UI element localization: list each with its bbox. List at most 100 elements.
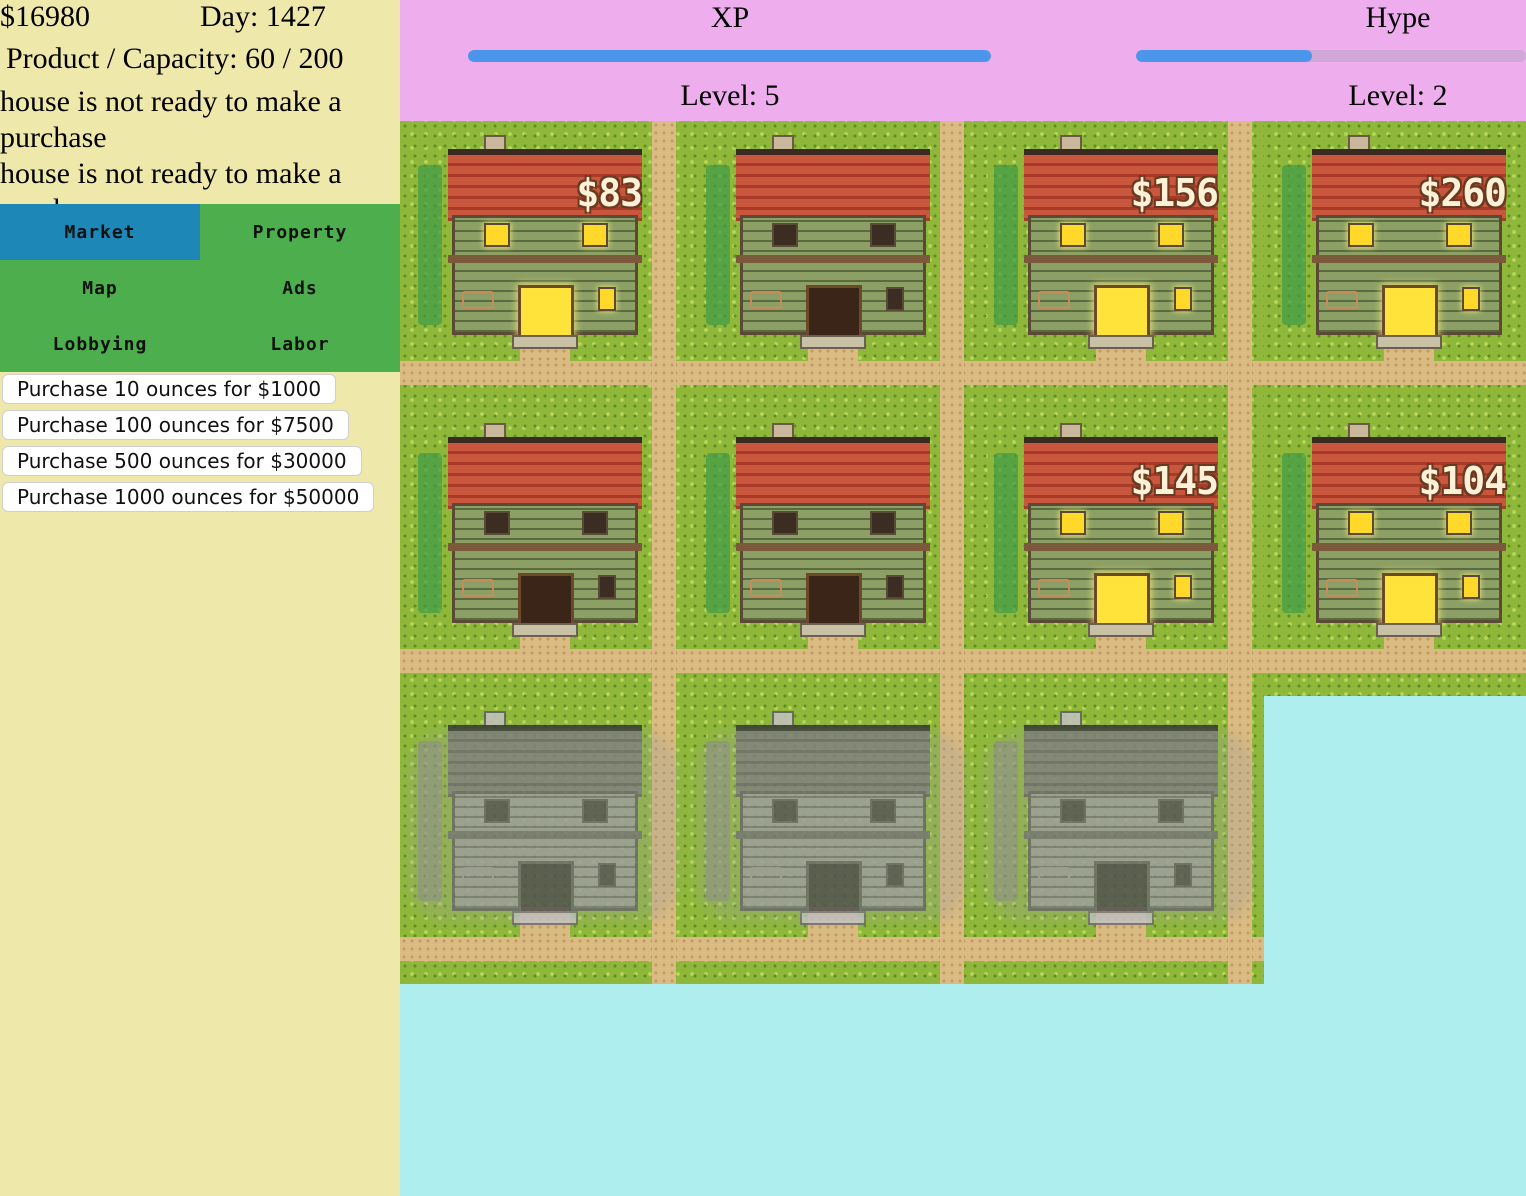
window [484, 511, 510, 535]
road-horizontal [400, 649, 1264, 673]
purchase-10-button[interactable]: Purchase 10 ounces for $1000 [2, 374, 337, 404]
inn-sign-icon [1326, 291, 1358, 309]
smoke-overlay [984, 731, 1254, 921]
window [582, 223, 608, 247]
house-door [518, 573, 574, 629]
house-price: $145 [1130, 459, 1219, 503]
house-tile[interactable]: $104 [1282, 423, 1507, 637]
house-door [518, 285, 574, 341]
inn-sign-icon [750, 291, 782, 309]
inn-sign-icon [750, 579, 782, 597]
house-tile[interactable] [706, 423, 930, 637]
tab-map[interactable]: Map [0, 260, 200, 316]
tab-market[interactable]: Market [0, 204, 200, 260]
house-steps [1088, 623, 1154, 637]
road-horizontal [400, 361, 1264, 385]
house-steps [1376, 623, 1442, 637]
hedge [994, 453, 1018, 613]
window [582, 511, 608, 535]
town-map-east: $260 $104 [1264, 121, 1526, 696]
house-beam [448, 543, 642, 551]
purchase-1000-button[interactable]: Purchase 1000 ounces for $50000 [2, 482, 375, 512]
window [886, 287, 904, 311]
road-horizontal [1264, 361, 1526, 385]
house-beam [1024, 543, 1218, 551]
house-tile[interactable] [696, 711, 966, 925]
road-horizontal [400, 937, 1264, 961]
window [1446, 223, 1472, 247]
house-tile[interactable]: $156 [994, 135, 1219, 349]
progress-header: XP Level: 5 Hype Level: 2 [400, 0, 1526, 121]
window [1158, 223, 1184, 247]
house-price: $156 [1130, 171, 1219, 215]
house-door [806, 573, 862, 629]
house-tile[interactable] [706, 135, 930, 349]
house-steps [512, 335, 578, 349]
hedge [418, 165, 442, 325]
hype-level: Level: 2 [1348, 79, 1448, 112]
inn-sign-icon [462, 291, 494, 309]
tab-property[interactable]: Property [200, 204, 400, 260]
house-tile[interactable] [418, 423, 642, 637]
window [1060, 511, 1086, 535]
window [1060, 223, 1086, 247]
message-log: house is not ready to make a purchase ho… [0, 84, 400, 204]
inn-sign-icon [1326, 579, 1358, 597]
inn-sign-icon [462, 579, 494, 597]
tab-lobbying[interactable]: Lobbying [0, 316, 200, 372]
hype-title: Hype [1365, 1, 1431, 34]
purchase-100-button[interactable]: Purchase 100 ounces for $7500 [2, 410, 349, 440]
xp-title: XP [710, 1, 750, 34]
smoke-overlay [408, 731, 678, 921]
xp-level: Level: 5 [680, 79, 780, 112]
house-roof [736, 149, 930, 221]
window [1348, 223, 1374, 247]
house-door [806, 285, 862, 341]
house-beam [1312, 543, 1506, 551]
window [886, 575, 904, 599]
house-price: $83 [576, 171, 643, 215]
house-price: $104 [1418, 459, 1507, 503]
hype-bar [1136, 50, 1526, 62]
hedge [706, 453, 730, 613]
house-door [1094, 573, 1150, 629]
window [598, 287, 616, 311]
house-tile[interactable] [408, 711, 678, 925]
house-door [1382, 285, 1438, 341]
hedge [706, 165, 730, 325]
xp-bar-fill [468, 50, 991, 62]
window [870, 511, 896, 535]
window [772, 511, 798, 535]
window [870, 223, 896, 247]
house-door [1382, 573, 1438, 629]
smoke-overlay [696, 731, 966, 921]
log-entry: house is not ready to make a purchase [0, 85, 342, 154]
house-steps [800, 335, 866, 349]
house-steps [1088, 335, 1154, 349]
house-tile[interactable] [984, 711, 1254, 925]
tab-ads[interactable]: Ads [200, 260, 400, 316]
log-entry: house is not ready to make a purchase [0, 157, 342, 204]
house-tile[interactable]: $83 [418, 135, 643, 349]
house-steps [512, 623, 578, 637]
house-beam [736, 255, 930, 263]
window [1158, 511, 1184, 535]
hedge [994, 165, 1018, 325]
hedge [1282, 453, 1306, 613]
house-roof [448, 437, 642, 509]
tab-labor[interactable]: Labor [200, 316, 400, 372]
window [1174, 575, 1192, 599]
house-tile[interactable]: $145 [994, 423, 1219, 637]
day-counter: Day: 1427 [200, 0, 326, 33]
product-capacity: Product / Capacity: 60 / 200 [6, 42, 344, 75]
purchase-500-button[interactable]: Purchase 500 ounces for $30000 [2, 446, 362, 476]
window [1462, 287, 1480, 311]
road-horizontal [1264, 649, 1526, 673]
window [598, 575, 616, 599]
xp-bar [468, 50, 991, 62]
inn-sign-icon [1038, 291, 1070, 309]
house-roof [736, 437, 930, 509]
hedge [418, 453, 442, 613]
money-display: $16980 [0, 0, 90, 33]
house-tile[interactable]: $260 [1282, 135, 1507, 349]
